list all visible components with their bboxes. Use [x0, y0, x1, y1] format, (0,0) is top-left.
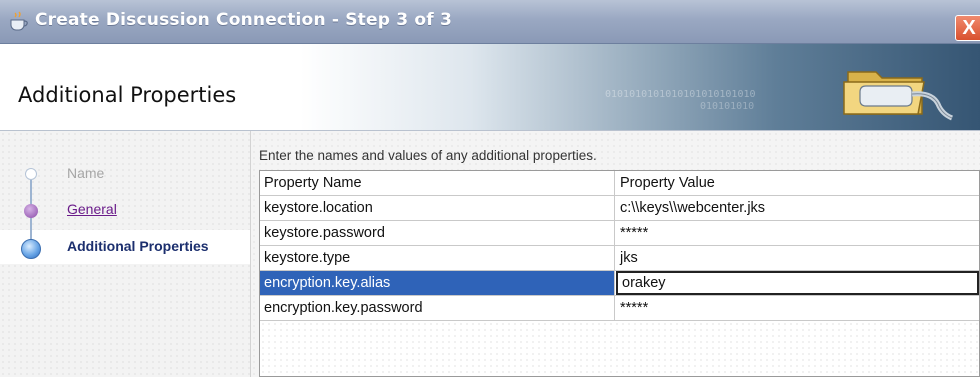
- property-name-cell[interactable]: keystore.password: [260, 221, 615, 245]
- wizard-header: 0101010101010101010101010 010101010 Addi…: [0, 44, 980, 131]
- instructions-text: Enter the names and values of any additi…: [259, 148, 597, 163]
- step-navigation: Name General Additional Properties: [0, 131, 251, 377]
- table-row[interactable]: keystore.location c:\\keys\\webcenter.jk…: [260, 196, 979, 221]
- step-additional-properties: Additional Properties: [67, 238, 209, 254]
- table-row[interactable]: encryption.key.password *****: [260, 296, 979, 321]
- property-name-cell[interactable]: encryption.key.alias: [260, 271, 615, 295]
- header-binary-text: 0101010101010101010101010: [605, 89, 756, 100]
- table-header-row: Property Name Property Value: [260, 171, 979, 196]
- property-name-cell[interactable]: keystore.location: [260, 196, 615, 220]
- folder-plug-icon: [843, 71, 954, 121]
- property-value-cell[interactable]: *****: [616, 221, 979, 245]
- step-general-link[interactable]: General: [67, 201, 117, 217]
- step-name: Name: [67, 165, 105, 181]
- header-binary-text-2: 010101010: [700, 101, 755, 112]
- step-current-dot-icon: [21, 239, 41, 259]
- page-title: Additional Properties: [18, 83, 237, 107]
- property-value-cell[interactable]: c:\\keys\\webcenter.jks: [616, 196, 979, 220]
- step-general-dot-icon: [24, 204, 38, 218]
- property-name-cell[interactable]: keystore.type: [260, 246, 615, 270]
- step-name-dot-icon: [25, 168, 37, 180]
- window-title: Create Discussion Connection - Step 3 of…: [35, 10, 452, 30]
- property-value-cell[interactable]: *****: [616, 296, 979, 320]
- property-value-cell[interactable]: jks: [616, 246, 979, 270]
- column-header-value[interactable]: Property Value: [616, 171, 979, 195]
- title-bar: Create Discussion Connection - Step 3 of…: [0, 0, 980, 44]
- close-button[interactable]: X: [955, 15, 980, 41]
- table-row-selected[interactable]: encryption.key.alias orakey: [260, 271, 979, 296]
- close-icon: X: [962, 17, 976, 39]
- property-name-cell[interactable]: encryption.key.password: [260, 296, 615, 320]
- table-row[interactable]: keystore.type jks: [260, 246, 979, 271]
- properties-table: Property Name Property Value keystore.lo…: [259, 170, 980, 377]
- property-value-editor[interactable]: orakey: [616, 271, 979, 295]
- column-header-name[interactable]: Property Name: [260, 171, 615, 195]
- table-empty-area[interactable]: [260, 321, 979, 376]
- coffee-cup-icon: [10, 11, 28, 31]
- table-row[interactable]: keystore.password *****: [260, 221, 979, 246]
